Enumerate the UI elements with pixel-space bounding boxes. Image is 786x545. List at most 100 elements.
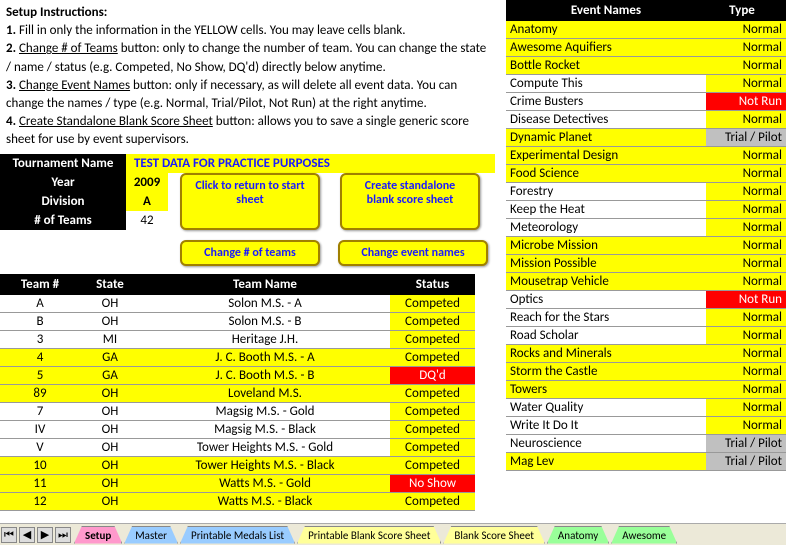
event-type[interactable]: Normal — [706, 417, 786, 434]
nav-prev-icon[interactable]: ◀ — [19, 527, 35, 543]
event-row[interactable]: AnatomyNormal — [506, 21, 786, 39]
event-type[interactable]: Trial / Pilot — [706, 453, 786, 470]
event-row[interactable]: Experimental DesignNormal — [506, 147, 786, 165]
year-input[interactable]: 2009 — [126, 173, 168, 192]
sheet-tab[interactable]: Setup — [74, 526, 122, 544]
event-type[interactable]: Not Run — [706, 291, 786, 308]
event-row[interactable]: Mag LevTrial / Pilot — [506, 453, 786, 471]
event-row[interactable]: ForestryNormal — [506, 183, 786, 201]
event-row[interactable]: Compute ThisNormal — [506, 75, 786, 93]
tournament-name-input[interactable]: TEST DATA FOR PRACTICE PURPOSES — [126, 154, 495, 173]
team-status[interactable]: Competed — [390, 439, 475, 456]
team-status[interactable]: Competed — [390, 421, 475, 438]
sheet-tab[interactable]: Blank Score Sheet — [443, 526, 545, 544]
team-status[interactable]: Competed — [390, 457, 475, 474]
event-name: Keep the Heat — [506, 201, 706, 218]
events-header-type: Type — [702, 3, 782, 18]
event-row[interactable]: Microbe MissionNormal — [506, 237, 786, 255]
event-row[interactable]: Awesome AquifiersNormal — [506, 39, 786, 57]
sheet-tab[interactable]: Anatomy — [547, 526, 609, 544]
event-row[interactable]: Dynamic PlanetTrial / Pilot — [506, 129, 786, 147]
team-status[interactable]: Competed — [390, 295, 475, 312]
event-type[interactable]: Normal — [706, 21, 786, 38]
event-type[interactable]: Normal — [706, 381, 786, 398]
event-type[interactable]: Normal — [706, 165, 786, 182]
event-type[interactable]: Normal — [706, 363, 786, 380]
team-row[interactable]: IVOHMagsig M.S. - BlackCompeted — [0, 421, 475, 439]
event-type[interactable]: Normal — [706, 255, 786, 272]
event-row[interactable]: Road ScholarNormal — [506, 327, 786, 345]
division-input[interactable]: A — [126, 192, 168, 211]
event-row[interactable]: Water QualityNormal — [506, 399, 786, 417]
event-type[interactable]: Normal — [706, 75, 786, 92]
event-type[interactable]: Normal — [706, 39, 786, 56]
team-row[interactable]: 10OHTower Heights M.S. - BlackCompeted — [0, 457, 475, 475]
event-name: Forestry — [506, 183, 706, 200]
event-type[interactable]: Normal — [706, 201, 786, 218]
team-status[interactable]: Competed — [390, 403, 475, 420]
event-type[interactable]: Normal — [706, 111, 786, 128]
event-type[interactable]: Normal — [706, 147, 786, 164]
event-row[interactable]: Rocks and MineralsNormal — [506, 345, 786, 363]
event-row[interactable]: Crime BustersNot Run — [506, 93, 786, 111]
team-status[interactable]: Competed — [390, 493, 475, 510]
team-header-status: Status — [390, 274, 475, 295]
event-row[interactable]: MeteorologyNormal — [506, 219, 786, 237]
team-row[interactable]: VOHTower Heights M.S. - GoldCompeted — [0, 439, 475, 457]
sheet-tab[interactable]: Printable Medals List — [180, 526, 295, 544]
event-row[interactable]: OpticsNot Run — [506, 291, 786, 309]
event-type[interactable]: Normal — [706, 309, 786, 326]
event-row[interactable]: Keep the HeatNormal — [506, 201, 786, 219]
team-row[interactable]: 11OHWatts M.S. - GoldNo Show — [0, 475, 475, 493]
event-type[interactable]: Normal — [706, 219, 786, 236]
event-row[interactable]: Storm the CastleNormal — [506, 363, 786, 381]
event-type[interactable]: Normal — [706, 57, 786, 74]
team-row[interactable]: 7OHMagsig M.S. - GoldCompeted — [0, 403, 475, 421]
event-type[interactable]: Normal — [706, 399, 786, 416]
event-row[interactable]: NeuroscienceTrial / Pilot — [506, 435, 786, 453]
team-status[interactable]: Competed — [390, 313, 475, 330]
event-row[interactable]: Bottle RocketNormal — [506, 57, 786, 75]
sheet-tab[interactable]: Master — [124, 526, 178, 544]
event-type[interactable]: Normal — [706, 273, 786, 290]
team-row[interactable]: 4GAJ. C. Booth M.S. - ACompeted — [0, 349, 475, 367]
team-status[interactable]: Competed — [390, 331, 475, 348]
team-status[interactable]: Competed — [390, 385, 475, 402]
nav-next-icon[interactable]: ▶ — [37, 527, 53, 543]
team-row[interactable]: 89OHLoveland M.S.Competed — [0, 385, 475, 403]
sheet-tab[interactable]: Awesome — [611, 526, 677, 544]
team-row[interactable]: AOHSolon M.S. - ACompeted — [0, 295, 475, 313]
create-standalone-button[interactable]: Create standalone blank score sheet — [340, 173, 480, 230]
event-row[interactable]: Reach for the StarsNormal — [506, 309, 786, 327]
num-teams-label: # of Teams — [0, 211, 126, 230]
change-teams-button[interactable]: Change # of teams — [180, 240, 320, 266]
event-type[interactable]: Trial / Pilot — [706, 129, 786, 146]
change-events-button[interactable]: Change event names — [338, 240, 488, 266]
return-button[interactable]: Click to return to start sheet — [180, 173, 320, 230]
team-row[interactable]: 5GAJ. C. Booth M.S. - BDQ'd — [0, 367, 475, 385]
team-row[interactable]: 12OHWatts M.S. - BlackCompeted — [0, 493, 475, 511]
nav-last-icon[interactable]: ⏭ — [55, 527, 71, 543]
team-row[interactable]: 3MIHeritage J.H.Competed — [0, 331, 475, 349]
team-status[interactable]: DQ'd — [390, 367, 475, 384]
team-status[interactable]: No Show — [390, 475, 475, 492]
event-row[interactable]: TowersNormal — [506, 381, 786, 399]
team-status[interactable]: Competed — [390, 349, 475, 366]
event-row[interactable]: Mission PossibleNormal — [506, 255, 786, 273]
sheet-tab[interactable]: Printable Blank Score Sheet — [297, 526, 441, 544]
event-type[interactable]: Not Run — [706, 93, 786, 110]
event-type[interactable]: Normal — [706, 237, 786, 254]
event-type[interactable]: Trial / Pilot — [706, 435, 786, 452]
event-row[interactable]: Write It Do ItNormal — [506, 417, 786, 435]
event-row[interactable]: Disease DetectivesNormal — [506, 111, 786, 129]
num-teams-value: 42 — [126, 211, 168, 230]
event-name: Meteorology — [506, 219, 706, 236]
event-row[interactable]: Mousetrap VehicleNormal — [506, 273, 786, 291]
team-row[interactable]: BOHSolon M.S. - BCompeted — [0, 313, 475, 331]
event-type[interactable]: Normal — [706, 345, 786, 362]
nav-first-icon[interactable]: ⏮ — [1, 527, 17, 543]
sheet-tabs: ⏮ ◀ ▶ ⏭ SetupMasterPrintable Medals List… — [0, 523, 786, 545]
event-row[interactable]: Food ScienceNormal — [506, 165, 786, 183]
event-type[interactable]: Normal — [706, 327, 786, 344]
event-type[interactable]: Normal — [706, 183, 786, 200]
